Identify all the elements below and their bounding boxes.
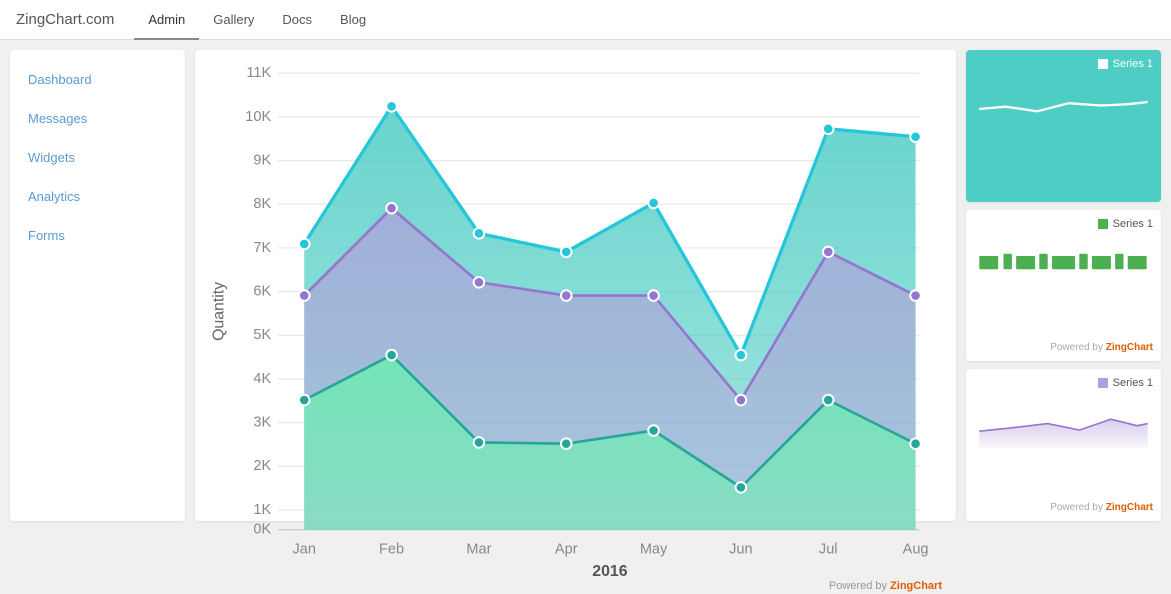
mini-chart-2-legend: Series 1: [974, 218, 1153, 230]
svg-text:Jun: Jun: [729, 542, 752, 558]
svg-text:6K: 6K: [253, 284, 271, 300]
svg-text:1K: 1K: [253, 502, 271, 518]
main-chart-container: 0K 1K 2K 3K 4K 5K 6K 7K 8K 9K 10K 11K Qu…: [205, 60, 946, 576]
svg-text:3K: 3K: [253, 415, 271, 431]
mini-zingchart-brand-3: ZingChart: [1106, 502, 1153, 513]
nav-admin[interactable]: Admin: [134, 0, 199, 40]
legend-box-2: [1098, 219, 1108, 229]
mini-chart-1-series-label: Series 1: [1113, 58, 1153, 70]
brand-logo: ZingChart.com: [16, 11, 114, 28]
sidebar: Dashboard Messages Widgets Analytics For…: [10, 50, 185, 521]
svg-text:11K: 11K: [246, 65, 271, 81]
sidebar-item-forms[interactable]: Forms: [10, 216, 185, 255]
svg-text:May: May: [640, 542, 668, 558]
mini-chart-1: Series 1: [966, 50, 1161, 202]
svg-text:10K: 10K: [245, 109, 271, 125]
mini-chart-3-legend: Series 1: [974, 377, 1153, 389]
svg-text:Quantity: Quantity: [211, 282, 228, 341]
svg-text:Jul: Jul: [819, 542, 838, 558]
legend-box-1: [1098, 59, 1108, 69]
top-nav: ZingChart.com Admin Gallery Docs Blog: [0, 0, 1171, 40]
svg-text:9K: 9K: [253, 153, 271, 169]
svg-text:Jan: Jan: [293, 542, 316, 558]
mini-chart-3-powered: Powered by ZingChart: [974, 500, 1153, 513]
svg-text:7K: 7K: [253, 240, 271, 256]
main-chart-svg: 0K 1K 2K 3K 4K 5K 6K 7K 8K 9K 10K 11K Qu…: [205, 60, 946, 576]
svg-text:0K: 0K: [253, 522, 271, 538]
zingchart-brand: ZingChart: [890, 580, 942, 592]
sidebar-item-widgets[interactable]: Widgets: [10, 138, 185, 177]
mini-chart-3-svg-container: [974, 393, 1153, 500]
mini-zingchart-brand-2: ZingChart: [1106, 342, 1153, 353]
svg-text:8K: 8K: [253, 196, 271, 212]
sidebar-item-messages[interactable]: Messages: [10, 99, 185, 138]
mini-chart-2-powered: Powered by ZingChart: [974, 340, 1153, 353]
svg-text:4K: 4K: [253, 371, 271, 387]
svg-text:Mar: Mar: [466, 542, 491, 558]
mini-chart-2-series-label: Series 1: [1113, 218, 1153, 230]
svg-text:2016: 2016: [592, 563, 627, 576]
powered-by-label: Powered by ZingChart: [205, 576, 946, 594]
svg-text:Feb: Feb: [379, 542, 404, 558]
mini-chart-2: Series 1 Powered by ZingChart: [966, 210, 1161, 362]
main-layout: Dashboard Messages Widgets Analytics For…: [0, 40, 1171, 531]
svg-text:Apr: Apr: [555, 542, 578, 558]
mini-chart-1-svg-container: [974, 74, 1153, 194]
mini-chart-3-series-label: Series 1: [1113, 377, 1153, 389]
nav-blog[interactable]: Blog: [326, 0, 380, 40]
main-chart-area: 0K 1K 2K 3K 4K 5K 6K 7K 8K 9K 10K 11K Qu…: [195, 50, 956, 521]
legend-box-3: [1098, 378, 1108, 388]
svg-text:5K: 5K: [253, 327, 271, 343]
mini-chart-1-legend: Series 1: [974, 58, 1153, 70]
sidebar-item-analytics[interactable]: Analytics: [10, 177, 185, 216]
mini-chart-3: Series 1 Powered by ZingChart: [966, 369, 1161, 521]
svg-text:2K: 2K: [253, 458, 271, 474]
right-panel: Series 1 Series 1: [966, 50, 1161, 521]
nav-docs[interactable]: Docs: [268, 0, 326, 40]
nav-gallery[interactable]: Gallery: [199, 0, 268, 40]
sidebar-item-dashboard[interactable]: Dashboard: [10, 60, 185, 99]
mini-chart-2-svg-container: [974, 234, 1153, 341]
svg-text:Aug: Aug: [903, 542, 929, 558]
